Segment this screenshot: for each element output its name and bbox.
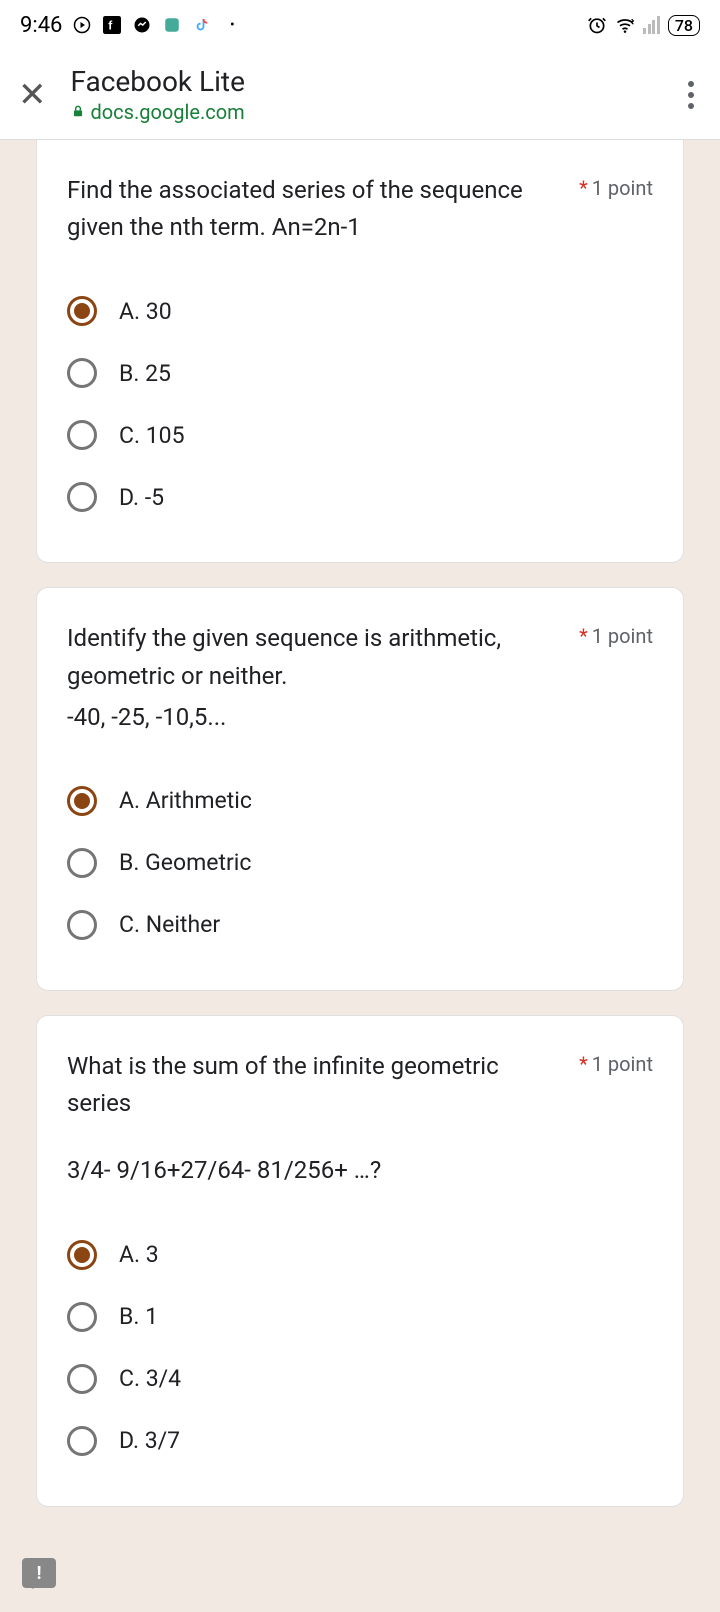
option-label: B. 25 xyxy=(119,360,171,387)
question-text: Identify the given sequence is arithmeti… xyxy=(67,620,567,694)
options-group: A. 3 B. 1 C. 3/4 D. 3/7 xyxy=(67,1224,653,1472)
radio-icon xyxy=(67,1302,97,1332)
option-label: B. Geometric xyxy=(119,849,251,876)
option-a[interactable]: A. Arithmetic xyxy=(67,770,653,832)
status-left: 9:46 f • xyxy=(20,13,242,38)
question-subtext: -40, -25, -10,5... xyxy=(67,699,567,736)
lock-icon xyxy=(71,103,85,122)
option-b[interactable]: B. Geometric xyxy=(67,832,653,894)
points-label: *1 point xyxy=(579,620,653,648)
points-label: *1 point xyxy=(579,1048,653,1076)
points-label: *1 point xyxy=(579,172,653,200)
question-card: Find the associated series of the sequen… xyxy=(36,140,684,563)
radio-icon xyxy=(67,1364,97,1394)
app-icon xyxy=(162,15,182,35)
option-c[interactable]: C. 3/4 xyxy=(67,1348,653,1410)
question-text: Find the associated series of the sequen… xyxy=(67,172,567,246)
radio-icon xyxy=(67,910,97,940)
question-card: What is the sum of the infinite geometri… xyxy=(36,1015,684,1507)
option-b[interactable]: B. 25 xyxy=(67,342,653,404)
tiktok-icon xyxy=(192,15,212,35)
option-a[interactable]: A. 3 xyxy=(67,1224,653,1286)
radio-icon xyxy=(67,482,97,512)
cast-icon xyxy=(72,15,92,35)
radio-icon xyxy=(67,420,97,450)
header-center: Facebook Lite docs.google.com xyxy=(71,65,657,124)
radio-icon xyxy=(67,848,97,878)
option-c[interactable]: C. Neither xyxy=(67,894,653,956)
status-bar: 9:46 f • 78 xyxy=(0,0,720,50)
option-label: D. 3/7 xyxy=(119,1427,180,1454)
option-label: C. Neither xyxy=(119,911,220,938)
report-icon[interactable]: ! xyxy=(22,1558,56,1588)
option-c[interactable]: C. 105 xyxy=(67,404,653,466)
page-title: Facebook Lite xyxy=(71,65,657,98)
messenger-icon xyxy=(132,15,152,35)
radio-icon xyxy=(67,296,97,326)
radio-icon xyxy=(67,786,97,816)
radio-icon xyxy=(67,1426,97,1456)
alarm-icon xyxy=(587,15,607,35)
dot-icon: • xyxy=(222,15,242,35)
close-icon[interactable]: ✕ xyxy=(18,75,47,115)
option-label: C. 3/4 xyxy=(119,1365,181,1392)
facebook-icon: f xyxy=(102,15,122,35)
option-label: B. 1 xyxy=(119,1303,158,1330)
option-d[interactable]: D. 3/7 xyxy=(67,1410,653,1472)
option-label: A. 30 xyxy=(119,298,172,325)
radio-icon xyxy=(67,358,97,388)
option-label: A. Arithmetic xyxy=(119,787,252,814)
form-body: Find the associated series of the sequen… xyxy=(0,140,720,1612)
status-right: 78 xyxy=(587,15,700,36)
option-a[interactable]: A. 30 xyxy=(67,280,653,342)
question-text: What is the sum of the infinite geometri… xyxy=(67,1048,567,1122)
question-card: Identify the given sequence is arithmeti… xyxy=(36,587,684,991)
signal-icon xyxy=(643,16,660,34)
question-subtext: 3/4- 9/16+27/64- 81/256+ …? xyxy=(67,1152,567,1189)
more-menu-icon[interactable] xyxy=(680,73,702,117)
option-b[interactable]: B. 1 xyxy=(67,1286,653,1348)
option-label: D. -5 xyxy=(119,484,164,511)
page-url-text: docs.google.com xyxy=(91,100,245,124)
options-group: A. 30 B. 25 C. 105 D. -5 xyxy=(67,280,653,528)
option-label: C. 105 xyxy=(119,422,185,449)
option-label: A. 3 xyxy=(119,1241,159,1268)
option-d[interactable]: D. -5 xyxy=(67,466,653,528)
radio-icon xyxy=(67,1240,97,1270)
options-group: A. Arithmetic B. Geometric C. Neither xyxy=(67,770,653,956)
page-url-row: docs.google.com xyxy=(71,100,657,124)
status-time: 9:46 xyxy=(20,13,62,38)
app-header: ✕ Facebook Lite docs.google.com xyxy=(0,50,720,140)
wifi-icon xyxy=(615,15,635,35)
battery-level: 78 xyxy=(668,15,700,36)
